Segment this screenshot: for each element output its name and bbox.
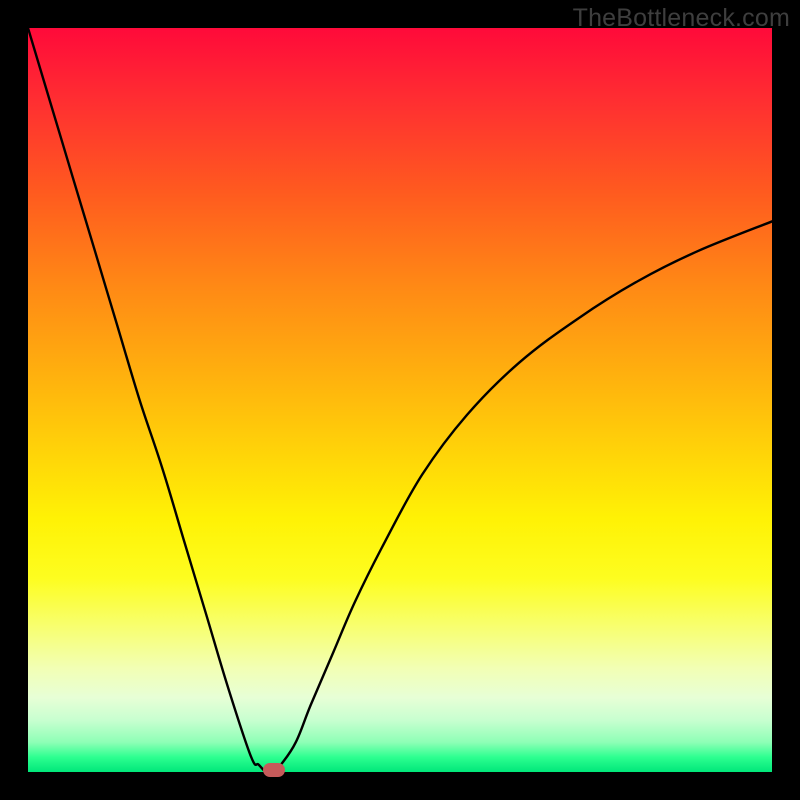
optimal-marker <box>263 763 285 777</box>
plot-area <box>28 28 772 772</box>
chart-frame: TheBottleneck.com <box>0 0 800 800</box>
bottleneck-curve <box>28 28 772 772</box>
watermark-text: TheBottleneck.com <box>573 4 790 33</box>
